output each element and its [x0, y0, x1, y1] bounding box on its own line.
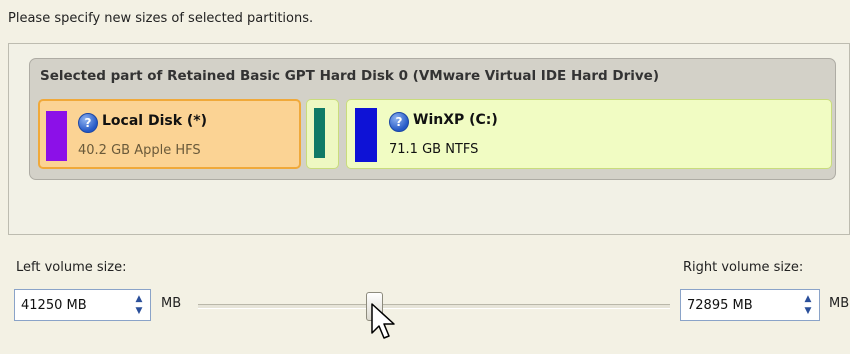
- partition-name: WinXP (C:): [413, 112, 498, 128]
- spin-down-icon[interactable]: ▼: [799, 305, 817, 317]
- help-icon[interactable]: ?: [78, 113, 98, 133]
- partition-panel: Selected part of Retained Basic GPT Hard…: [8, 43, 850, 235]
- spin-down-icon[interactable]: ▼: [130, 305, 148, 317]
- instruction-text: Please specify new sizes of selected par…: [8, 11, 314, 26]
- right-volume-input[interactable]: [681, 290, 796, 320]
- help-icon[interactable]: ?: [389, 112, 409, 132]
- disk-map: Selected part of Retained Basic GPT Hard…: [29, 58, 836, 180]
- right-volume-label: Right volume size:: [683, 260, 804, 275]
- spin-up-icon[interactable]: ▲: [130, 293, 148, 305]
- right-volume-spinner: ▲ ▼: [680, 289, 820, 321]
- partition-winxp[interactable]: ? WinXP (C:) 71.1 GB NTFS: [346, 99, 832, 169]
- left-volume-unit: MB: [161, 296, 182, 311]
- partition-detail: 71.1 GB NTFS: [389, 142, 479, 157]
- spin-up-icon[interactable]: ▲: [799, 293, 817, 305]
- left-volume-label: Left volume size:: [16, 260, 127, 275]
- size-slider-track[interactable]: [198, 304, 670, 309]
- partition-color-bar: [355, 108, 377, 162]
- partition-color-bar: [314, 108, 325, 158]
- partition-detail: 40.2 GB Apple HFS: [78, 143, 201, 158]
- disk-title: Selected part of Retained Basic GPT Hard…: [40, 68, 660, 84]
- partition-name: Local Disk (*): [102, 113, 208, 129]
- partition-color-bar: [46, 111, 67, 161]
- partition-unallocated[interactable]: [306, 99, 339, 169]
- mouse-pointer-icon: [371, 303, 395, 339]
- right-volume-unit: MB: [829, 296, 850, 311]
- left-volume-input[interactable]: [15, 290, 127, 320]
- partition-local-disk[interactable]: ? Local Disk (*) 40.2 GB Apple HFS: [38, 99, 301, 169]
- left-volume-spinner: ▲ ▼: [14, 289, 151, 321]
